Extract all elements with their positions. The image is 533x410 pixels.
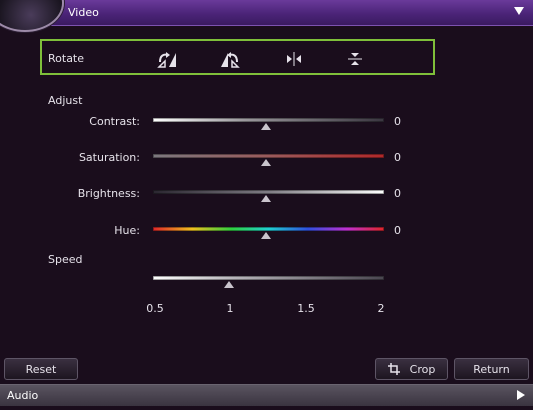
speed-slider[interactable]	[153, 276, 384, 280]
contrast-label: Contrast:	[89, 115, 140, 128]
speed-slider-thumb[interactable]	[224, 281, 234, 288]
rotate-left-icon[interactable]	[220, 50, 240, 68]
contrast-slider-thumb[interactable]	[261, 123, 271, 130]
hue-slider-thumb[interactable]	[261, 232, 271, 239]
reset-button[interactable]: Reset	[4, 358, 78, 380]
saturation-slider-thumb[interactable]	[261, 159, 271, 166]
return-button[interactable]: Return	[454, 358, 529, 380]
crop-button[interactable]: Crop	[375, 358, 448, 380]
video-panel-header[interactable]: Video	[0, 0, 533, 32]
brightness-value: 0	[394, 187, 401, 200]
speed-tick-label: 1	[226, 302, 234, 315]
speed-tick-label: 1.5	[297, 302, 315, 315]
speed-label: Speed	[48, 253, 83, 266]
audio-panel-header[interactable]: Audio	[0, 384, 533, 406]
saturation-value: 0	[394, 151, 401, 164]
crop-button-label: Crop	[409, 362, 436, 376]
flip-vertical-icon[interactable]	[345, 50, 365, 68]
reset-button-label: Reset	[25, 362, 57, 376]
adjust-label: Adjust	[48, 94, 83, 107]
hue-label: Hue:	[114, 224, 140, 237]
hue-value: 0	[394, 224, 401, 237]
saturation-label: Saturation:	[78, 151, 140, 164]
brightness-slider[interactable]	[153, 190, 384, 194]
brightness-label: Brightness:	[77, 187, 140, 200]
speed-tick-label: 2	[377, 302, 385, 315]
audio-title: Audio	[7, 389, 39, 402]
rotate-right-icon[interactable]	[157, 50, 177, 68]
collapse-arrow-icon[interactable]	[514, 7, 524, 15]
rotate-label: Rotate	[48, 52, 85, 65]
speed-tick-label: 0.5	[146, 302, 164, 315]
flip-horizontal-icon[interactable]	[284, 50, 304, 68]
contrast-slider[interactable]	[153, 118, 384, 122]
brightness-slider-thumb[interactable]	[261, 195, 271, 202]
return-button-label: Return	[473, 362, 510, 376]
hue-slider[interactable]	[153, 227, 384, 231]
saturation-slider[interactable]	[153, 154, 384, 158]
contrast-value: 0	[394, 115, 401, 128]
crop-icon	[387, 363, 400, 375]
app-logo	[0, 0, 64, 32]
expand-arrow-icon[interactable]	[517, 390, 525, 400]
panel-title: Video	[68, 6, 99, 19]
